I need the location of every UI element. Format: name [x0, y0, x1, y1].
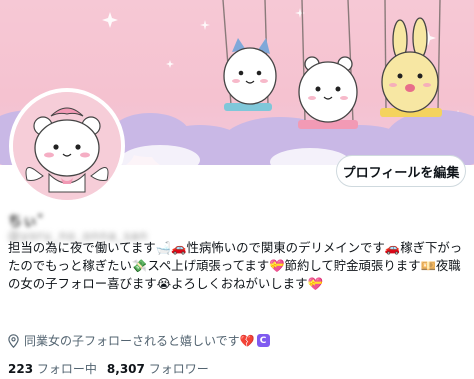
location-text: 同業女の子フォローされると嬉しいです💔: [24, 334, 255, 348]
c-badge-icon: C: [256, 334, 270, 347]
location-pin-icon: [8, 333, 19, 348]
bio-line: の女の子フォロー喜びます😭よろしくおねがいします💝: [8, 276, 323, 291]
followers-label: フォロワー: [148, 362, 209, 376]
profile-location: 同業女の子フォローされると嬉しいです💔 C: [8, 332, 270, 349]
display-name: ちぃ゛: [8, 214, 53, 230]
bio-line: 担当の為に夜で働いてます🛁🚗性病怖いので関東のデリメインです🚗稼ぎ下がっ: [8, 240, 463, 255]
following-count: 223: [8, 362, 34, 376]
followers-count: 8,307: [106, 362, 145, 376]
avatar[interactable]: [9, 88, 125, 204]
profile-page: プロフィールを編集 ちぃ゛ @yoru_no_onna_san 担当の為に夜で働…: [0, 0, 474, 379]
followers-link[interactable]: 8,307 フォロワー: [107, 360, 209, 377]
following-label: フォロー中: [36, 362, 97, 376]
bio-line: たのでもっと稼ぎたい💸スペ上げ頑張ってます💝節約して貯金頑張ります💴夜職: [8, 258, 461, 273]
following-link[interactable]: 223 フォロー中: [8, 360, 97, 377]
avatar-illustration: [13, 92, 121, 200]
follow-stats: 223 フォロー中 8,307 フォロワー: [8, 360, 209, 377]
profile-bio: 担当の為に夜で働いてます🛁🚗性病怖いので関東のデリメインです🚗稼ぎ下がっ たので…: [8, 239, 470, 293]
edit-profile-button[interactable]: プロフィールを編集: [336, 155, 466, 187]
